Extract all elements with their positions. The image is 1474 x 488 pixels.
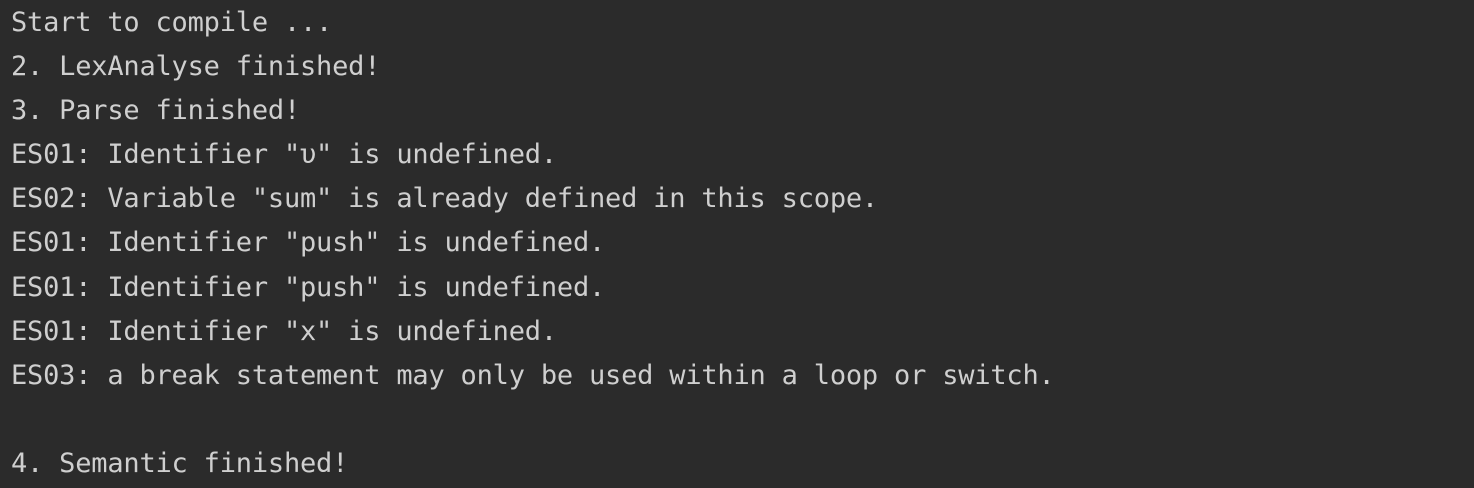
console-line-error-es03-break: ES03: a break statement may only be used… bbox=[11, 359, 1055, 391]
console-line-lex-finished: 2. LexAnalyse finished! bbox=[11, 51, 381, 83]
console-output-panel[interactable]: Start to compile ... 2. LexAnalyse finis… bbox=[0, 0, 1474, 488]
console-line-error-es01-v: ES01: Identifier "υ" is undefined. bbox=[11, 139, 557, 171]
console-line-error-es01-x: ES01: Identifier "x" is undefined. bbox=[11, 315, 557, 347]
console-line-compile-start: Start to compile ... bbox=[11, 7, 333, 38]
console-line-error-es01-push-1: ES01: Identifier "push" is undefined. bbox=[11, 227, 606, 259]
console-line-parse-finished: 3. Parse finished! bbox=[11, 95, 300, 127]
console-line-blank bbox=[11, 398, 1474, 442]
console-line-semantic-finished: 4. Semantic finished! bbox=[11, 447, 349, 479]
console-line-error-es02-sum: ES02: Variable "sum" is already defined … bbox=[11, 183, 878, 215]
console-line-error-es01-push-2: ES01: Identifier "push" is undefined. bbox=[11, 271, 606, 303]
